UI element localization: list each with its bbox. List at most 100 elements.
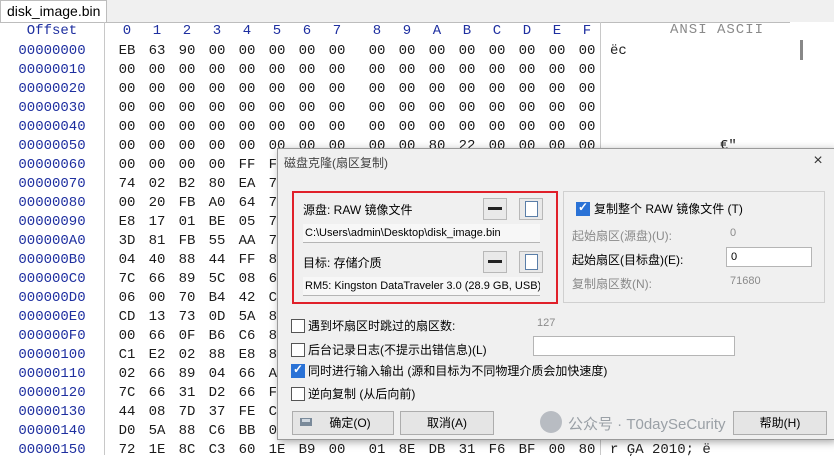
hex-byte[interactable]: 00 [295, 61, 319, 80]
source-browse-button[interactable] [519, 198, 543, 220]
copy-entire-checkbox[interactable] [576, 200, 590, 216]
ok-button[interactable]: 确定(O) [292, 411, 394, 435]
hex-byte[interactable]: 00 [455, 42, 479, 61]
hex-byte[interactable]: 40 [145, 251, 169, 270]
hex-byte[interactable]: FB [175, 194, 199, 213]
hex-byte[interactable]: 00 [175, 118, 199, 137]
hex-byte[interactable]: 7C [115, 270, 139, 289]
hex-byte[interactable]: 01 [175, 213, 199, 232]
hex-byte[interactable]: 00 [175, 137, 199, 156]
hex-byte[interactable]: 0D [205, 308, 229, 327]
hex-byte[interactable]: 00 [485, 61, 509, 80]
hex-byte[interactable]: A0 [205, 194, 229, 213]
hex-byte[interactable]: 00 [295, 118, 319, 137]
hex-byte[interactable]: BE [205, 213, 229, 232]
hex-byte[interactable]: 66 [145, 384, 169, 403]
hex-byte[interactable]: 88 [175, 251, 199, 270]
hex-byte[interactable]: 00 [115, 118, 139, 137]
hex-byte[interactable]: 00 [115, 194, 139, 213]
hex-byte[interactable]: 5A [145, 422, 169, 441]
hex-byte[interactable]: 90 [175, 42, 199, 61]
hex-byte[interactable]: 00 [235, 80, 259, 99]
hex-byte[interactable]: EA [235, 175, 259, 194]
hex-byte[interactable]: 00 [205, 156, 229, 175]
hex-byte[interactable]: 00 [265, 61, 289, 80]
close-icon[interactable]: × [808, 151, 828, 171]
hex-byte[interactable]: 88 [175, 422, 199, 441]
hex-byte[interactable]: 66 [145, 327, 169, 346]
hex-byte[interactable]: 08 [235, 270, 259, 289]
hex-byte[interactable]: C3 [205, 441, 229, 460]
hex-byte[interactable]: 00 [365, 42, 389, 61]
hex-byte[interactable]: 60 [235, 441, 259, 460]
hex-byte[interactable]: 00 [265, 80, 289, 99]
hex-byte[interactable]: 66 [145, 270, 169, 289]
hex-byte[interactable]: 66 [235, 384, 259, 403]
target-path-field[interactable]: RM5: Kingston DataTraveler 3.0 (28.9 GB,… [303, 277, 540, 296]
hex-byte[interactable]: 00 [425, 118, 449, 137]
hex-byte[interactable]: 04 [205, 365, 229, 384]
hex-byte[interactable]: 89 [175, 365, 199, 384]
skip-bad-field[interactable]: 127 [533, 314, 617, 332]
hex-byte[interactable]: B2 [175, 175, 199, 194]
hex-byte[interactable]: 00 [545, 42, 569, 61]
hex-byte[interactable]: 13 [145, 308, 169, 327]
hex-byte[interactable]: 00 [365, 80, 389, 99]
hex-byte[interactable]: 37 [205, 403, 229, 422]
hex-byte[interactable]: 17 [145, 213, 169, 232]
hex-byte[interactable]: 00 [235, 99, 259, 118]
hex-byte[interactable]: 00 [205, 118, 229, 137]
hex-byte[interactable]: 00 [235, 118, 259, 137]
log-checkbox[interactable] [291, 343, 305, 357]
hex-byte[interactable]: E8 [235, 346, 259, 365]
hex-byte[interactable]: 00 [545, 118, 569, 137]
hex-byte[interactable]: 00 [545, 441, 569, 460]
hex-byte[interactable]: 00 [265, 118, 289, 137]
hex-byte[interactable]: 00 [515, 80, 539, 99]
hex-byte[interactable]: 00 [205, 61, 229, 80]
hex-byte[interactable]: 00 [395, 99, 419, 118]
target-browse-button[interactable] [519, 251, 543, 273]
start-src-field[interactable]: 0 [726, 224, 810, 242]
hex-byte[interactable]: 3D [115, 232, 139, 251]
hex-byte[interactable]: 00 [145, 156, 169, 175]
hex-byte[interactable]: 00 [365, 99, 389, 118]
hex-byte[interactable]: 00 [175, 80, 199, 99]
hex-byte[interactable]: 00 [575, 99, 599, 118]
hex-byte[interactable]: 08 [145, 403, 169, 422]
hex-byte[interactable]: FE [235, 403, 259, 422]
source-clear-button[interactable] [483, 198, 507, 220]
hex-byte[interactable]: 8E [395, 441, 419, 460]
hex-byte[interactable]: 00 [425, 80, 449, 99]
hex-byte[interactable]: 00 [485, 80, 509, 99]
hex-byte[interactable]: 02 [175, 346, 199, 365]
hex-byte[interactable]: 0F [175, 327, 199, 346]
hex-byte[interactable]: 00 [205, 99, 229, 118]
hex-byte[interactable]: BB [235, 422, 259, 441]
hex-byte[interactable]: 88 [205, 346, 229, 365]
hex-byte[interactable]: 89 [175, 270, 199, 289]
hex-byte[interactable]: BF [515, 441, 539, 460]
hex-byte[interactable]: 00 [175, 156, 199, 175]
hex-byte[interactable]: 74 [115, 175, 139, 194]
hex-byte[interactable]: 00 [485, 42, 509, 61]
hex-byte[interactable]: 44 [115, 403, 139, 422]
hex-byte[interactable]: 5A [235, 308, 259, 327]
hex-byte[interactable]: 70 [175, 289, 199, 308]
hex-byte[interactable]: 72 [115, 441, 139, 460]
hex-byte[interactable]: C6 [205, 422, 229, 441]
hex-byte[interactable]: 66 [235, 365, 259, 384]
hex-byte[interactable]: 00 [455, 61, 479, 80]
hex-byte[interactable]: 00 [145, 137, 169, 156]
hex-byte[interactable]: 00 [325, 42, 349, 61]
hex-byte[interactable]: 7C [115, 384, 139, 403]
hex-byte[interactable]: 80 [205, 175, 229, 194]
hex-byte[interactable]: 00 [485, 99, 509, 118]
hex-byte[interactable]: 00 [545, 61, 569, 80]
hex-byte[interactable]: 00 [545, 80, 569, 99]
hex-byte[interactable]: 00 [115, 99, 139, 118]
hex-byte[interactable]: 8C [175, 441, 199, 460]
hex-byte[interactable]: 81 [145, 232, 169, 251]
hex-byte[interactable]: 00 [205, 42, 229, 61]
hex-byte[interactable]: 20 [145, 194, 169, 213]
